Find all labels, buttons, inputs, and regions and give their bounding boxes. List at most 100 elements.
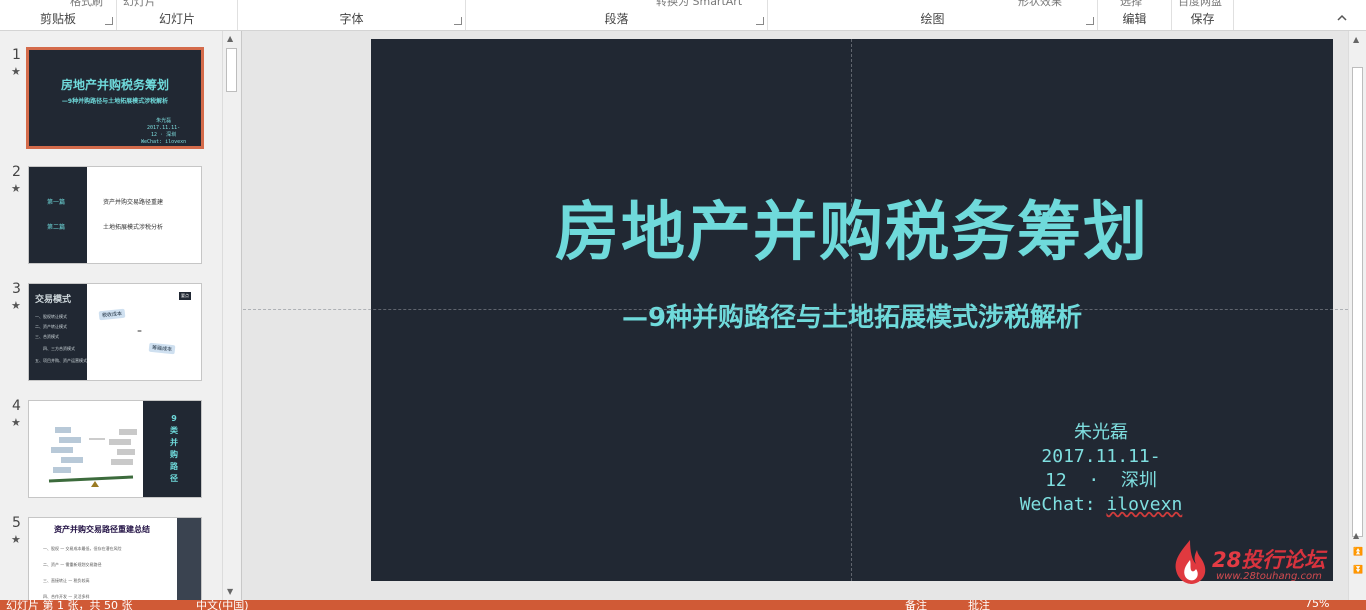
slide-number: 3 bbox=[12, 281, 21, 297]
animation-star-icon: ★ bbox=[11, 182, 21, 195]
wechat-id: ilovexn bbox=[1106, 494, 1183, 515]
group-name-font: 字体 bbox=[339, 12, 364, 26]
thumb-tag: 税收成本 bbox=[98, 308, 126, 321]
slide-count-status[interactable]: 幻灯片 第 1 张，共 50 张 bbox=[6, 600, 132, 610]
slide-number: 5 bbox=[12, 515, 21, 531]
ribbon-group-save: 百度网盘 保存 bbox=[1172, 0, 1234, 30]
slide-thumbnail-4[interactable]: 4 ★ 9 类 并 购 路 径 bbox=[0, 398, 222, 498]
dialog-launcher-icon[interactable] bbox=[1086, 17, 1094, 25]
dialog-launcher-icon[interactable] bbox=[105, 17, 113, 25]
thumb-text: 类 bbox=[170, 426, 178, 435]
thumb-heading: 交易模式 bbox=[35, 295, 72, 305]
thumb-equals-icon: = bbox=[137, 328, 143, 335]
previous-slide-icon[interactable]: ⏫ bbox=[1353, 547, 1363, 556]
thumb-side-strip bbox=[177, 518, 201, 610]
animation-star-icon: ★ bbox=[11, 299, 21, 312]
new-slide-label[interactable]: 幻灯片 bbox=[123, 0, 156, 9]
scroll-up-icon[interactable]: ▲ bbox=[227, 34, 235, 43]
thumbnail-scrollbar[interactable]: ▲ ▼ bbox=[222, 31, 239, 600]
thumbnail-frame[interactable]: 第一篇 第二篇 资产并购交易路径重建 土地拓展模式涉税分析 bbox=[28, 166, 202, 264]
thumb-text: 第二篇 bbox=[47, 224, 66, 231]
notes-button[interactable]: 备注 bbox=[905, 600, 927, 610]
scrollbar-thumb[interactable] bbox=[226, 48, 237, 92]
forum-watermark: 28投行论坛 www.28touhang.com bbox=[1168, 538, 1348, 588]
slide-thumbnail-3[interactable]: 3 ★ 交易模式 一、股权转让模式 二、资产转让模式 三、合资模式 四、三方合资… bbox=[0, 281, 222, 381]
animation-star-icon: ★ bbox=[11, 65, 21, 78]
thumbnail-frame[interactable]: 交易模式 一、股权转让模式 二、资产转让模式 三、合资模式 四、三方合资模式 五… bbox=[28, 283, 202, 381]
animation-star-icon: ★ bbox=[11, 533, 21, 546]
animation-star-icon: ★ bbox=[11, 416, 21, 429]
slide-scrollbar[interactable]: ▲ ▲ ⏫ ⏬ bbox=[1348, 31, 1366, 600]
baidu-netdisk-label[interactable]: 百度网盘 bbox=[1178, 0, 1222, 9]
thumb-title: 房地产并购税务筹划 bbox=[60, 78, 169, 92]
thumb-tag: 筹融成本 bbox=[148, 342, 176, 355]
thumb-text: 五、项目并购、资产运营模式 bbox=[35, 358, 87, 363]
smartart-label[interactable]: 转换为 SmartArt bbox=[656, 0, 742, 9]
slide-editing-area: 房地产并购税务筹划 —9种并购路径与土地拓展模式涉税解析 朱光磊 2017.11… bbox=[243, 31, 1348, 600]
group-name-save: 保存 bbox=[1190, 12, 1215, 26]
group-name-slides: 幻灯片 bbox=[158, 12, 195, 26]
slide-title[interactable]: 房地产并购税务筹划 bbox=[371, 181, 1333, 273]
thumb-text: 一、股权 — 交易成本最低，但存在潜在风险 bbox=[43, 546, 122, 551]
thumb-text: 并 bbox=[170, 438, 178, 447]
group-name-drawing: 绘图 bbox=[920, 12, 945, 26]
scroll-down-icon[interactable]: ▼ bbox=[227, 587, 235, 596]
thumb-text: 土地拓展模式涉税分析 bbox=[103, 224, 164, 231]
slide-subtitle[interactable]: —9种并购路径与土地拓展模式涉税解析 bbox=[371, 297, 1333, 334]
watermark-name: 28投行论坛 bbox=[1212, 548, 1326, 572]
language-status[interactable]: 中文(中国) bbox=[196, 600, 249, 610]
scrollbar-thumb[interactable] bbox=[1352, 67, 1363, 537]
next-slide-icon[interactable]: ⏬ bbox=[1353, 565, 1363, 574]
ribbon-group-editing: 选择 编辑 bbox=[1098, 0, 1172, 30]
thumb-text: 二、资产 — 需重新规划交易路径 bbox=[43, 562, 102, 567]
thumb-text: 资产并购交易路径重建 bbox=[103, 199, 164, 206]
slide-number: 2 bbox=[12, 164, 21, 180]
ribbon-group-font: 字体 bbox=[238, 0, 466, 30]
thumb-text: 购 bbox=[170, 450, 178, 459]
comments-button[interactable]: 批注 bbox=[968, 600, 990, 610]
flame-logo-icon bbox=[1175, 540, 1206, 584]
date-line-2: 12 · 深圳 bbox=[1045, 470, 1157, 491]
slide-thumbnail-pane: 1 ★ 房地产并购税务筹划 —9种并购路径与土地拓展模式涉税解析 朱光磊 201… bbox=[0, 31, 242, 610]
thumb-text: 一、股权转让模式 bbox=[35, 314, 67, 319]
slide-thumbnail-2[interactable]: 2 ★ 第一篇 第二篇 资产并购交易路径重建 土地拓展模式涉税分析 bbox=[0, 164, 222, 264]
thumbnail-frame[interactable]: 9 类 并 购 路 径 bbox=[28, 400, 202, 498]
format-painter-label[interactable]: 格式刷 bbox=[70, 0, 103, 9]
wechat-line: WeChat: ilovexn bbox=[1019, 494, 1183, 515]
ribbon: 格式刷 剪贴板 幻灯片 幻灯片 字体 转换为 SmartArt 段落 形状效果 … bbox=[0, 0, 1366, 31]
date-line-1: 2017.11.11- bbox=[1041, 446, 1161, 467]
ribbon-group-drawing: 形状效果 绘图 bbox=[768, 0, 1098, 30]
select-label[interactable]: 选择 bbox=[1120, 0, 1142, 9]
thumb-text: 二、资产转让模式 bbox=[35, 324, 67, 329]
thumb-text: 四、三方合资模式 bbox=[43, 346, 75, 351]
ribbon-group-slides: 幻灯片 幻灯片 bbox=[117, 0, 238, 30]
slide-thumbnail-5[interactable]: 5 ★ 资产并购交易路径重建总结 一、股权 — 交易成本最低，但存在潜在风险 二… bbox=[0, 515, 222, 610]
powerpoint-window: 格式刷 剪贴板 幻灯片 幻灯片 字体 转换为 SmartArt 段落 形状效果 … bbox=[0, 0, 1366, 610]
dialog-launcher-icon[interactable] bbox=[454, 17, 462, 25]
thumb-subtitle: —9种并购路径与土地拓展模式涉税解析 bbox=[61, 98, 169, 105]
thumb-text: 第一篇 bbox=[47, 199, 66, 206]
thumbnail-frame[interactable]: 资产并购交易路径重建总结 一、股权 — 交易成本最低，但存在潜在风险 二、资产 … bbox=[28, 517, 202, 610]
collapse-ribbon-icon[interactable] bbox=[1336, 9, 1348, 21]
thumbnail-frame[interactable]: 房地产并购税务筹划 —9种并购路径与土地拓展模式涉税解析 朱光磊 2017.11… bbox=[26, 47, 204, 149]
scroll-down-icon[interactable]: ▲ bbox=[1353, 531, 1359, 540]
thumb-text: 三、直接转让 — 税负较高 bbox=[43, 578, 90, 583]
thumb-text: 径 bbox=[170, 474, 178, 483]
thumb-diagram bbox=[48, 427, 137, 487]
dialog-launcher-icon[interactable] bbox=[756, 17, 764, 25]
author-name: 朱光磊 bbox=[1074, 422, 1128, 443]
slide-number: 4 bbox=[12, 398, 21, 414]
horizontal-guide[interactable] bbox=[243, 309, 1348, 310]
group-name-paragraph: 段落 bbox=[604, 12, 629, 26]
shape-effects-label[interactable]: 形状效果 bbox=[1018, 0, 1062, 9]
slide-author-block[interactable]: 朱光磊 2017.11.11- 12 · 深圳 WeChat: ilovexn bbox=[971, 421, 1231, 517]
thumb-text: 三、合资模式 bbox=[35, 334, 59, 339]
slide-number: 1 bbox=[12, 47, 21, 63]
thumb-author: 朱光磊 2017.11.11- 12 · 深圳 WeChat: ilovexn bbox=[141, 118, 187, 145]
ribbon-group-paragraph: 转换为 SmartArt 段落 bbox=[466, 0, 768, 30]
slide-thumbnail-1[interactable]: 1 ★ 房地产并购税务筹划 —9种并购路径与土地拓展模式涉税解析 朱光磊 201… bbox=[0, 47, 222, 149]
current-slide[interactable]: 房地产并购税务筹划 —9种并购路径与土地拓展模式涉税解析 朱光磊 2017.11… bbox=[371, 39, 1333, 581]
thumb-text: 路 bbox=[170, 462, 178, 471]
zoom-level[interactable]: 75% bbox=[1305, 600, 1329, 610]
scroll-up-icon[interactable]: ▲ bbox=[1353, 35, 1359, 44]
